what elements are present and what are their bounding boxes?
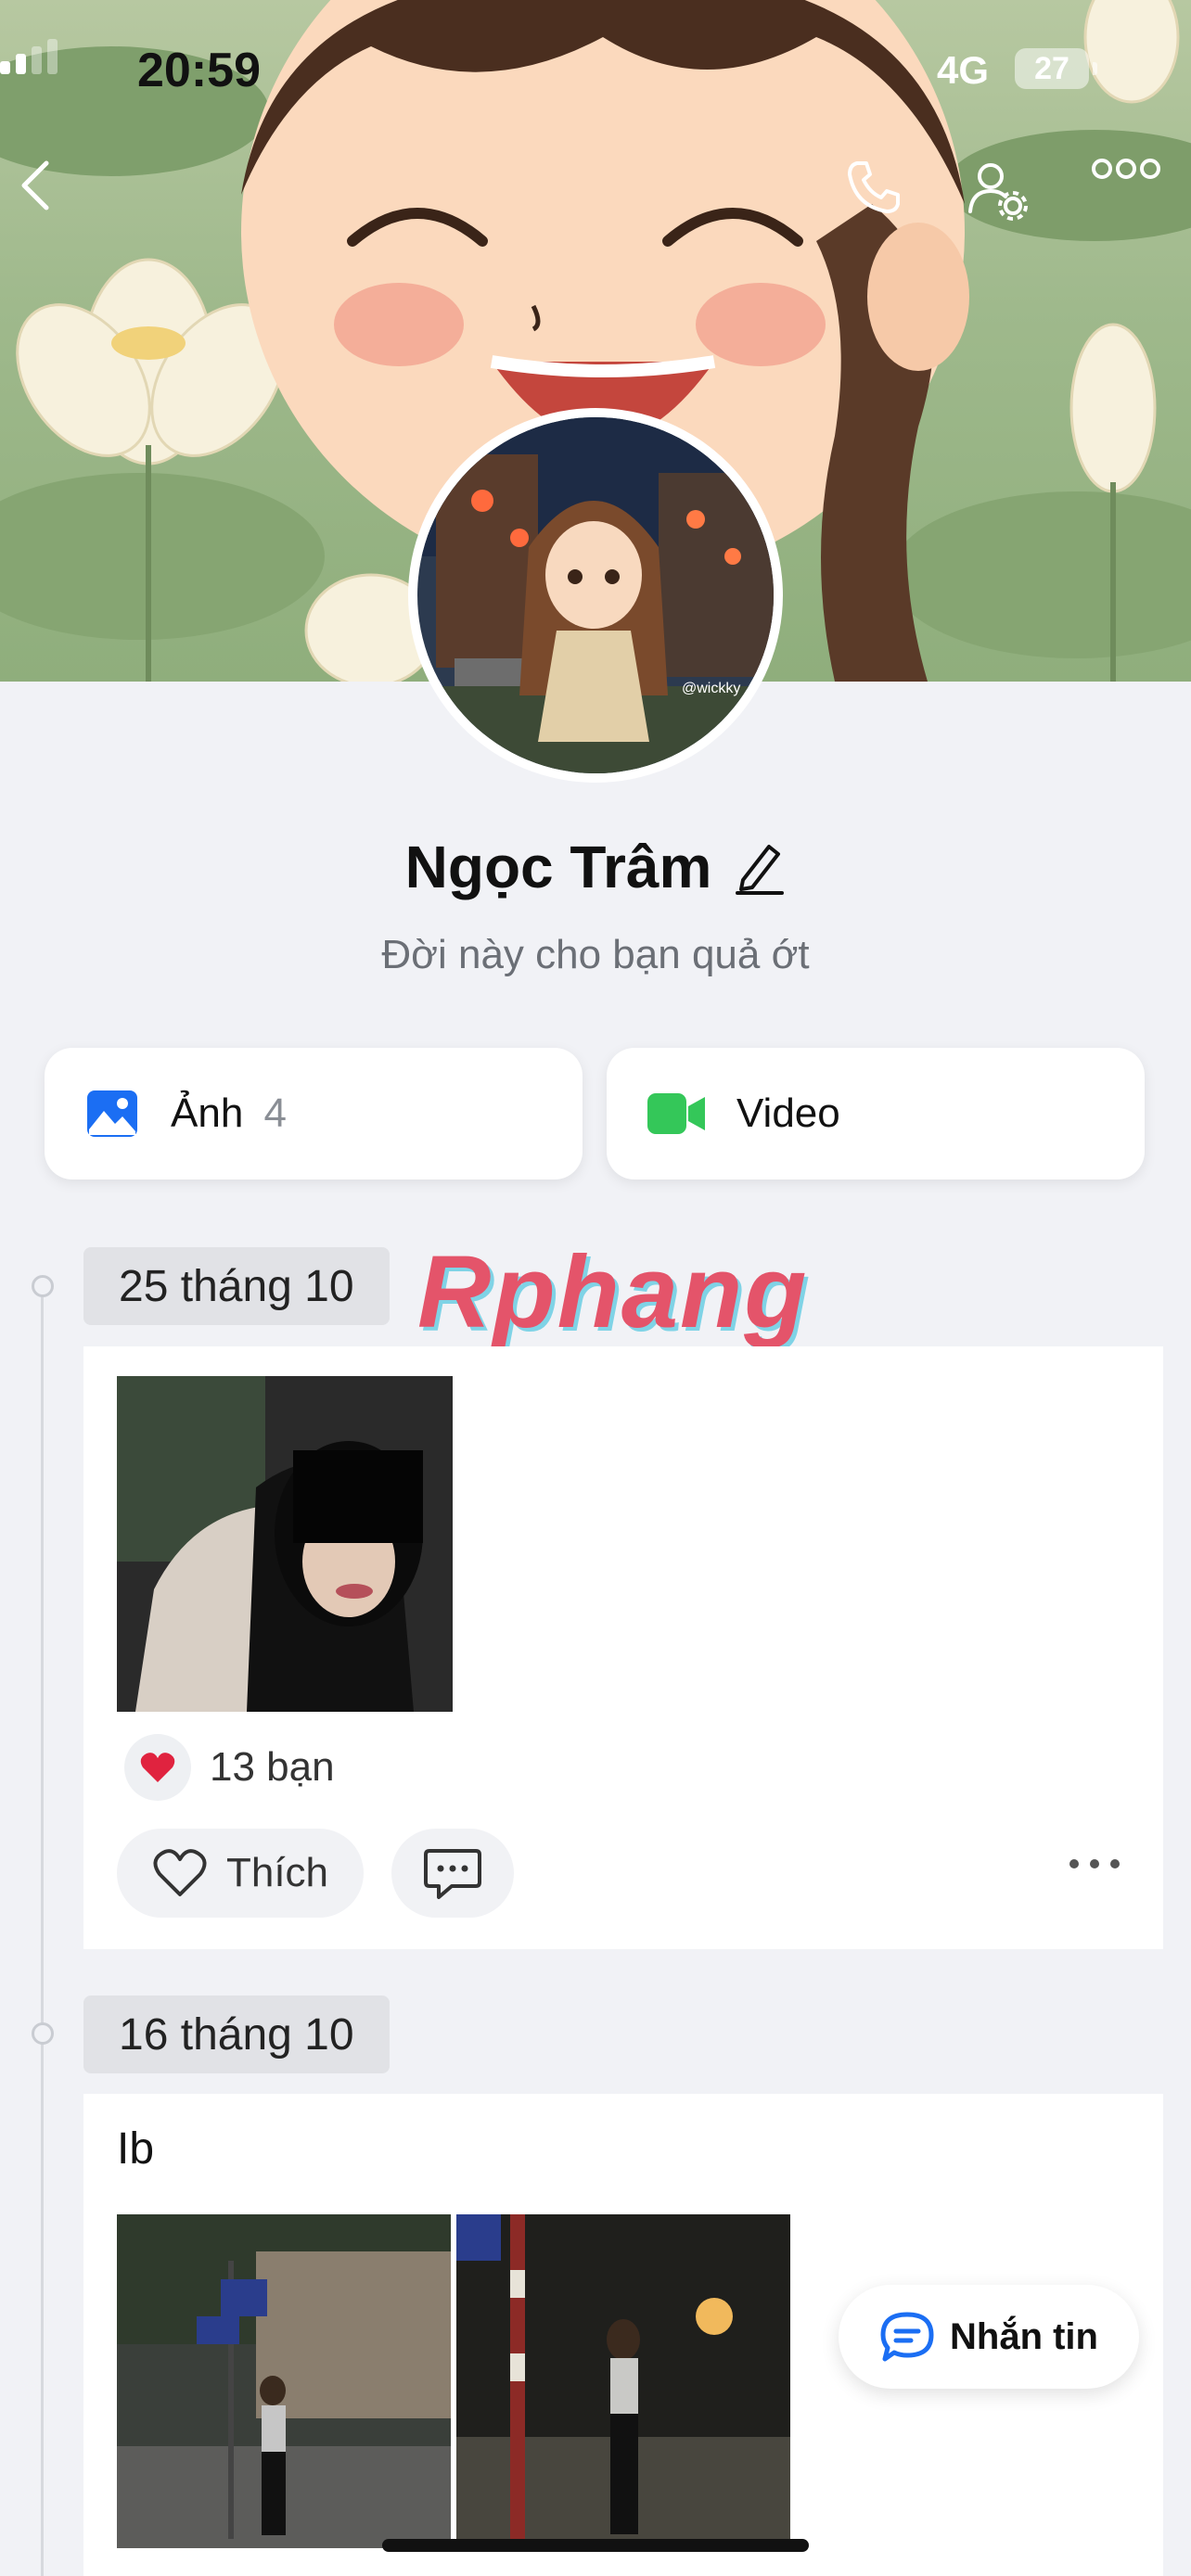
video-label: Video	[736, 1090, 840, 1136]
timeline-dot	[32, 2022, 54, 2045]
signal-bar	[32, 46, 42, 74]
send-message-button[interactable]: Nhắn tin	[839, 2285, 1139, 2389]
avatar-image: @wickky	[417, 417, 774, 773]
post-more-icon[interactable]	[1067, 1856, 1122, 1871]
signal-bar	[0, 61, 10, 74]
video-button[interactable]: Video	[607, 1048, 1145, 1180]
timeline-line	[41, 1284, 44, 2576]
avatar-caption: @wickky	[682, 681, 741, 696]
signal-bar	[16, 54, 26, 74]
network-type: 4G	[937, 48, 990, 92]
status-bar: 20:59 4G 27	[0, 37, 1191, 102]
comment-icon	[424, 1849, 481, 1899]
photos-button[interactable]: Ảnh 4	[45, 1048, 583, 1180]
more-options-button[interactable]	[1091, 158, 1174, 241]
date-chip: 25 tháng 10	[83, 1247, 390, 1325]
signal-bar	[47, 39, 58, 74]
photo-icon	[87, 1090, 137, 1137]
photos-count: 4	[263, 1090, 288, 1136]
heart-icon	[140, 1753, 175, 1782]
heart-badge	[124, 1734, 191, 1801]
watermark: Rphang	[417, 1235, 809, 1349]
home-indicator[interactable]	[382, 2539, 809, 2552]
profile-status: Đời này cho bạn quả ớt	[381, 932, 810, 977]
likes-count: 13 bạn	[210, 1744, 335, 1790]
chat-icon	[880, 2312, 934, 2362]
date-chip: 16 tháng 10	[83, 1996, 390, 2073]
photo-divider	[453, 2214, 456, 2548]
video-icon	[647, 1093, 705, 1134]
profile-name-row: Ngọc Trâm	[0, 830, 1191, 904]
post-photo[interactable]	[117, 2214, 451, 2548]
profile-settings-button[interactable]	[965, 158, 1048, 241]
comment-button[interactable]	[391, 1829, 514, 1918]
like-button[interactable]: Thích	[117, 1829, 364, 1918]
status-time: 20:59	[137, 44, 261, 97]
user-settings-icon	[968, 163, 1028, 221]
timeline-dot	[32, 1275, 54, 1297]
avatar[interactable]: @wickky	[408, 408, 783, 783]
like-label: Thích	[225, 1850, 329, 1895]
post-photo[interactable]	[117, 1376, 453, 1712]
call-button[interactable]	[844, 158, 928, 241]
message-label: Nhắn tin	[950, 2315, 1098, 2357]
photos-label: Ảnh	[171, 1090, 244, 1136]
back-button[interactable]	[17, 158, 100, 241]
edit-name-icon[interactable]	[734, 839, 786, 895]
post-caption: Ib	[117, 2124, 155, 2174]
profile-name: Ngọc Trâm	[404, 834, 712, 900]
battery-indicator: 27	[1015, 48, 1097, 89]
likes-row[interactable]: 13 bạn	[124, 1734, 335, 1801]
more-icon	[1092, 159, 1160, 179]
phone-icon	[848, 161, 900, 213]
signal-icon	[0, 39, 58, 74]
back-icon	[21, 160, 49, 210]
heart-outline-icon	[153, 1849, 207, 1896]
post-photo[interactable]	[455, 2214, 790, 2548]
